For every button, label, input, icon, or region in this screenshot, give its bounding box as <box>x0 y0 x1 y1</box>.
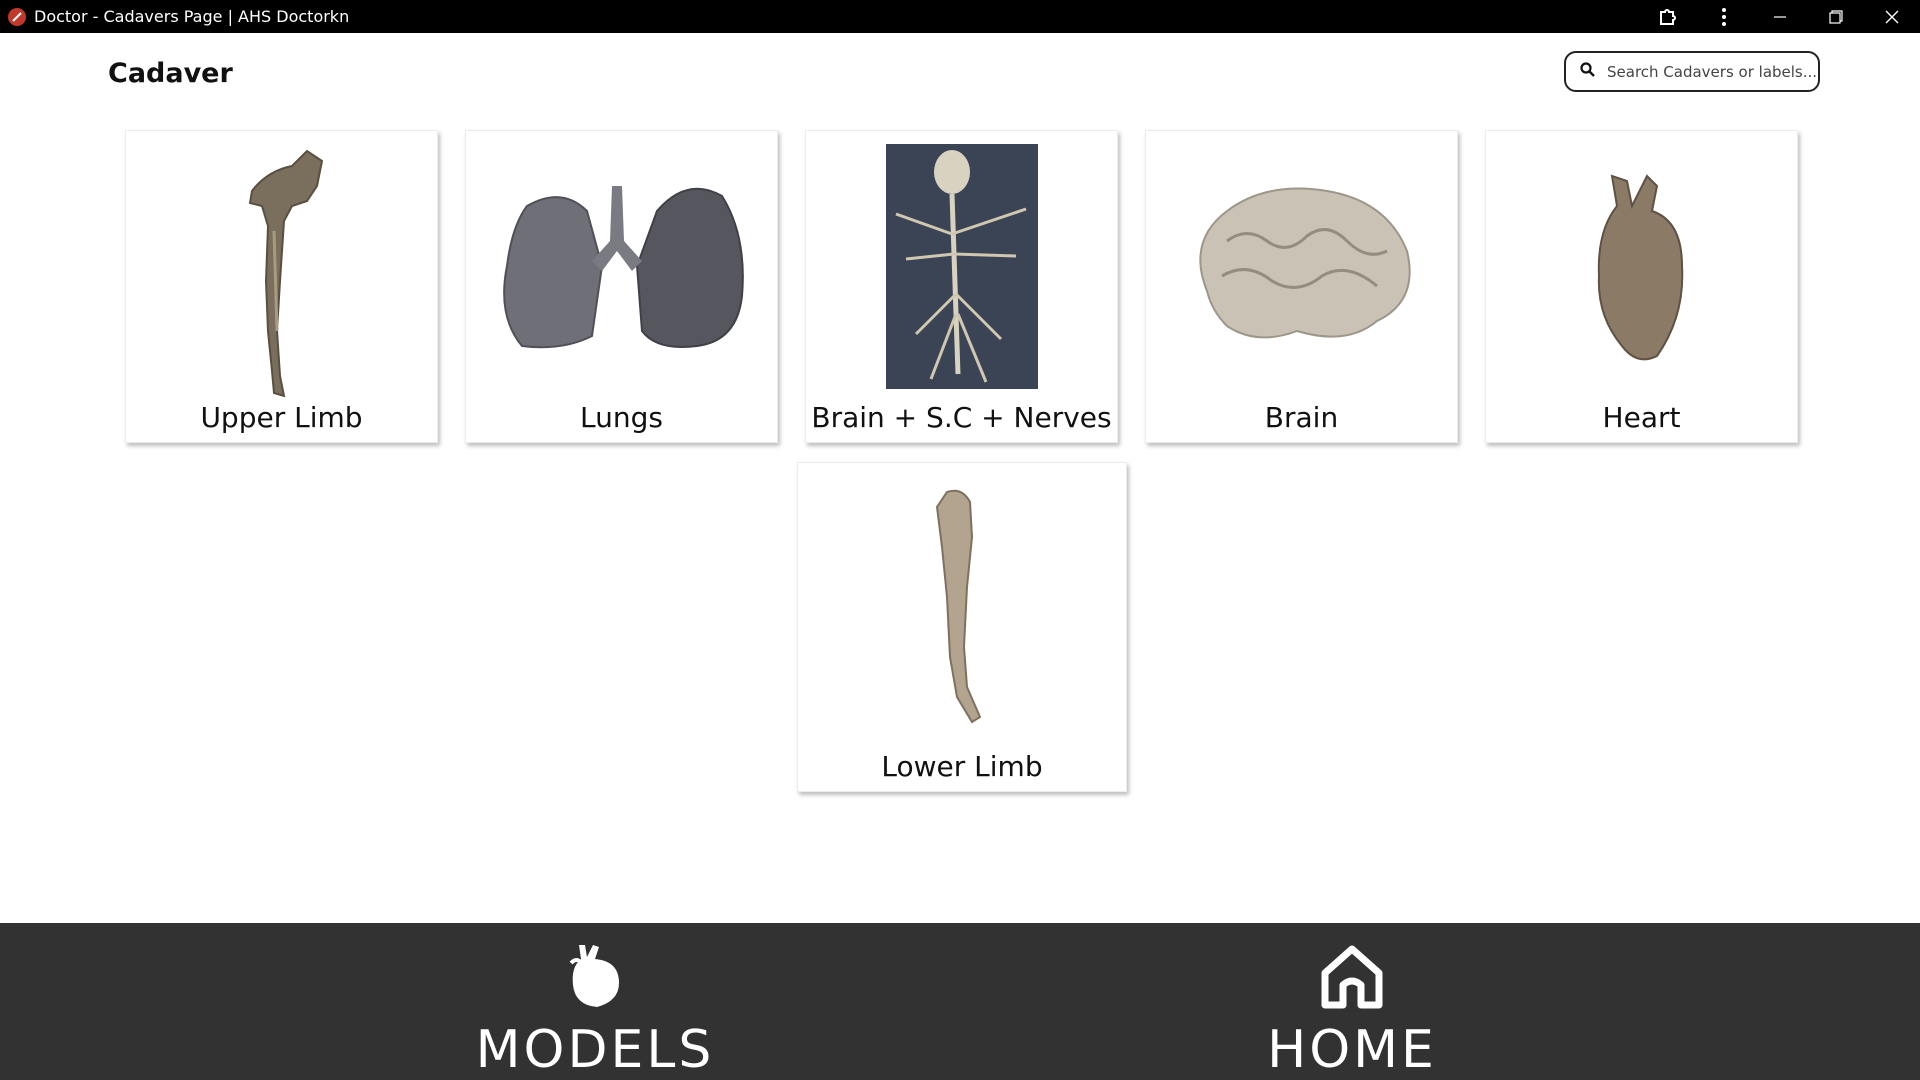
window-title: Doctor - Cadavers Page | AHS Doctorkn <box>34 7 350 26</box>
card-label: Brain + S.C + Nerves <box>811 401 1112 434</box>
page-title: Cadaver <box>108 58 233 89</box>
home-label: HOME <box>1267 1020 1437 1080</box>
card-label: Heart <box>1602 401 1681 434</box>
home-nav-button[interactable]: HOME <box>1262 923 1442 1080</box>
brain-sc-nerves-image <box>806 131 1117 401</box>
search-box[interactable] <box>1564 51 1820 92</box>
card-label: Upper Limb <box>200 401 363 434</box>
app-logo-icon <box>8 7 26 26</box>
search-input[interactable] <box>1607 62 1817 81</box>
close-icon[interactable] <box>1864 0 1920 33</box>
extensions-icon[interactable] <box>1640 0 1696 33</box>
brain-image <box>1146 131 1457 401</box>
lower-limb-image <box>798 463 1126 750</box>
card-upper-limb[interactable]: Upper Limb <box>125 130 438 443</box>
minimize-icon[interactable] <box>1752 0 1808 33</box>
window-titlebar: Doctor - Cadavers Page | AHS Doctorkn <box>0 0 1920 33</box>
models-nav-button[interactable]: MODELS <box>476 923 711 1080</box>
lungs-image <box>466 131 777 401</box>
heart-icon <box>567 943 623 1014</box>
more-options-icon[interactable] <box>1696 0 1752 33</box>
home-icon <box>1319 943 1385 1014</box>
card-brain[interactable]: Brain <box>1145 130 1458 443</box>
search-icon <box>1580 61 1595 82</box>
card-lungs[interactable]: Lungs <box>465 130 778 443</box>
card-label: Lungs <box>580 401 663 434</box>
card-lower-limb[interactable]: Lower Limb <box>797 462 1127 792</box>
card-brain-sc-nerves[interactable]: Brain + S.C + Nerves <box>805 130 1118 443</box>
card-label: Lower Limb <box>881 750 1043 783</box>
card-heart[interactable]: Heart <box>1485 130 1798 443</box>
card-label: Brain <box>1264 401 1339 434</box>
bottom-nav-bar: MODELS HOME <box>0 923 1920 1080</box>
models-label: MODELS <box>475 1020 715 1080</box>
heart-image <box>1486 131 1797 401</box>
upper-limb-image <box>126 131 437 401</box>
restore-icon[interactable] <box>1808 0 1864 33</box>
